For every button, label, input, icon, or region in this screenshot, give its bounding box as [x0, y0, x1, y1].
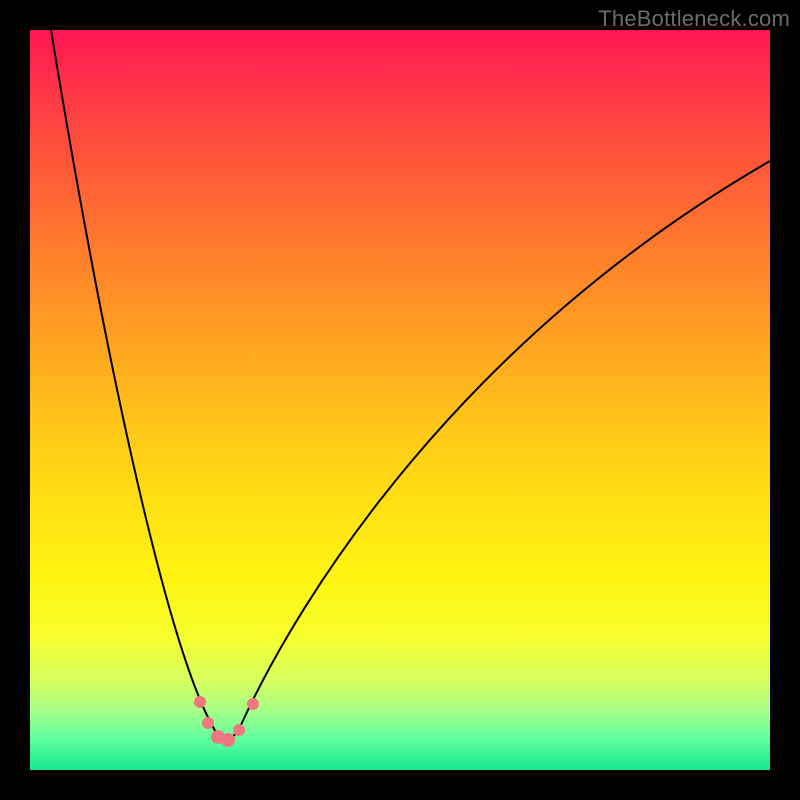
- bottleneck-curve: [51, 30, 770, 740]
- chart-plot-area: [30, 30, 770, 770]
- curve-dots-group: [194, 696, 259, 747]
- curve-dot: [221, 733, 235, 747]
- curve-dot: [247, 698, 259, 710]
- watermark-text: TheBottleneck.com: [598, 6, 790, 32]
- curve-dot: [194, 696, 206, 708]
- chart-svg: [30, 30, 770, 770]
- curve-dot: [202, 717, 214, 729]
- curve-dot: [233, 724, 245, 736]
